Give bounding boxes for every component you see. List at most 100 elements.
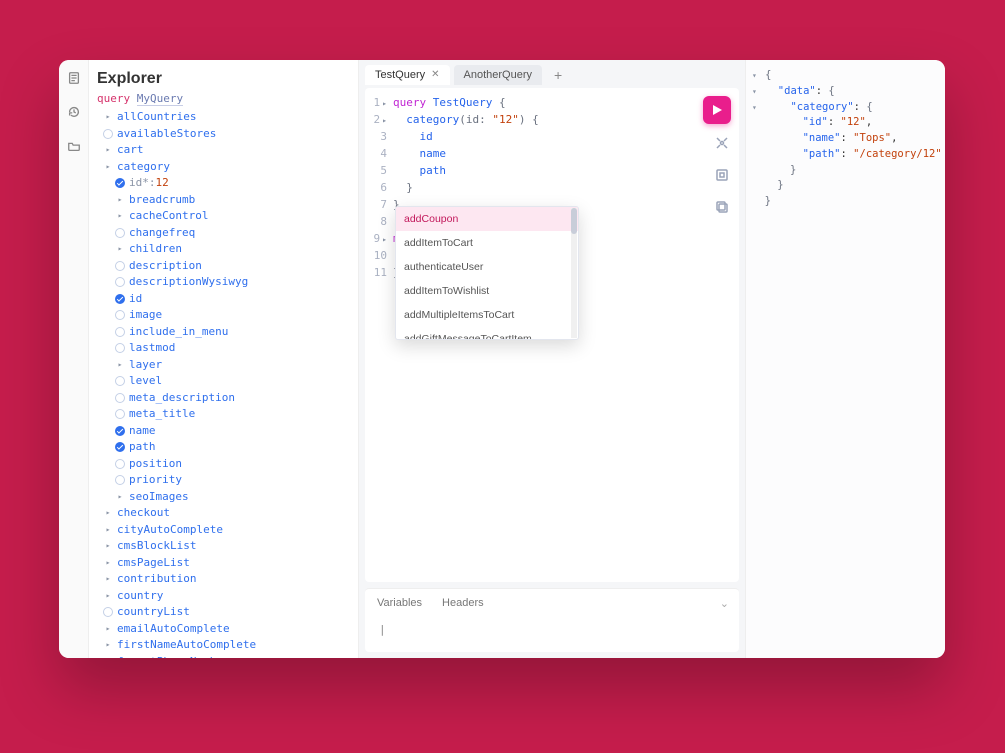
tab-variables[interactable]: Variables [377,597,422,609]
checkbox-checked-icon[interactable] [115,426,125,436]
docs-icon[interactable] [66,70,82,86]
explorer-tree-node[interactable]: layer [97,357,354,374]
explorer-tree-node[interactable]: availableStores [97,126,354,143]
caret-icon[interactable] [103,508,113,518]
explorer-tree-node[interactable]: cityAutoComplete [97,522,354,539]
checkbox-checked-icon[interactable] [115,178,125,188]
explorer-tree-node[interactable]: lastmod [97,340,354,357]
editor-tab[interactable]: AnotherQuery [454,65,542,85]
explorer-tree-node[interactable]: changefreq [97,225,354,242]
explorer-tree-node[interactable]: cacheControl [97,208,354,225]
folder-icon[interactable] [66,138,82,154]
checkbox-empty-icon[interactable] [115,343,125,353]
prettify-icon[interactable] [713,134,731,152]
caret-icon[interactable] [103,558,113,568]
add-tab-button[interactable]: + [546,65,570,85]
caret-icon[interactable] [103,657,113,658]
checkbox-empty-icon[interactable] [115,261,125,271]
checkbox-empty-icon[interactable] [115,409,125,419]
explorer-tree-node[interactable]: children [97,241,354,258]
explorer-tree-node[interactable]: path [97,439,354,456]
caret-icon[interactable] [103,525,113,535]
code-line[interactable]: path [393,162,739,179]
caret-icon[interactable] [103,541,113,551]
editor-tab[interactable]: TestQuery✕ [365,65,450,85]
caret-icon[interactable] [103,162,113,172]
code-line[interactable]: category(id: "12") { [393,111,739,128]
explorer-tree-node[interactable]: cart [97,142,354,159]
caret-icon[interactable] [115,195,125,205]
caret-icon[interactable] [103,624,113,634]
line-number: 9 [365,230,387,247]
copy-icon[interactable] [713,198,731,216]
caret-icon[interactable] [103,591,113,601]
checkbox-empty-icon[interactable] [115,228,125,238]
explorer-tree-node[interactable]: countryList [97,604,354,621]
caret-icon[interactable] [115,211,125,221]
explorer-tree-node[interactable]: cmsBlockList [97,538,354,555]
autocomplete-popup[interactable]: addCouponaddItemToCartauthenticateUserad… [395,206,579,340]
merge-icon[interactable] [713,166,731,184]
caret-icon[interactable] [115,492,125,502]
checkbox-checked-icon[interactable] [115,294,125,304]
autocomplete-item[interactable]: addMultipleItemsToCart [396,303,578,327]
autocomplete-item[interactable]: authenticateUser [396,255,578,279]
autocomplete-scrollbar-thumb[interactable] [571,208,577,234]
autocomplete-item[interactable]: addItemToWishlist [396,279,578,303]
explorer-header-name[interactable]: MyQuery [137,92,183,106]
autocomplete-item[interactable]: addCoupon [396,207,578,231]
explorer-tree-node[interactable]: descriptionWysiwyg [97,274,354,291]
explorer-tree-node[interactable]: include_in_menu [97,324,354,341]
explorer-tree-node[interactable]: cmsPageList [97,555,354,572]
caret-icon[interactable] [103,145,113,155]
explorer-tree-node[interactable]: contribution [97,571,354,588]
checkbox-empty-icon[interactable] [115,393,125,403]
checkbox-empty-icon[interactable] [115,459,125,469]
explorer-tree-node[interactable]: id*: 12 [97,175,354,192]
code-line[interactable]: name [393,145,739,162]
explorer-tree-node[interactable]: emailAutoComplete [97,621,354,638]
explorer-tree-node[interactable]: seoImages [97,489,354,506]
close-icon[interactable]: ✕ [431,70,439,80]
checkbox-empty-icon[interactable] [115,376,125,386]
tab-headers[interactable]: Headers [442,597,484,609]
explorer-tree-node[interactable]: image [97,307,354,324]
explorer-tree-node[interactable]: formatPhoneNumber [97,654,354,659]
caret-icon[interactable] [115,244,125,254]
checkbox-empty-icon[interactable] [103,607,113,617]
checkbox-empty-icon[interactable] [115,277,125,287]
explorer-tree-node[interactable]: breadcrumb [97,192,354,209]
explorer-tree-node[interactable]: country [97,588,354,605]
checkbox-empty-icon[interactable] [103,129,113,139]
explorer-tree-node[interactable]: level [97,373,354,390]
chevron-down-icon[interactable]: ⌄ [720,597,729,610]
explorer-tree-node[interactable]: priority [97,472,354,489]
run-button[interactable] [703,96,731,124]
explorer-tree-node[interactable]: firstNameAutoComplete [97,637,354,654]
explorer-tree-node[interactable]: meta_title [97,406,354,423]
caret-icon[interactable] [103,112,113,122]
explorer-tree-node[interactable]: allCountries [97,109,354,126]
caret-icon[interactable] [115,360,125,370]
explorer-tree-node[interactable]: id [97,291,354,308]
explorer-tree-node[interactable]: name [97,423,354,440]
code-line[interactable]: id [393,128,739,145]
explorer-tree-node[interactable]: category [97,159,354,176]
code-line[interactable]: } [393,179,739,196]
checkbox-checked-icon[interactable] [115,442,125,452]
explorer-tree-node[interactable]: position [97,456,354,473]
autocomplete-item[interactable]: addGiftMessageToCartItem [396,327,578,340]
autocomplete-item[interactable]: addItemToCart [396,231,578,255]
explorer-tree-node[interactable]: meta_description [97,390,354,407]
variables-editor[interactable]: | [365,617,739,652]
explorer-tree-node[interactable]: checkout [97,505,354,522]
checkbox-empty-icon[interactable] [115,327,125,337]
code-line[interactable]: query TestQuery { [393,94,739,111]
caret-icon[interactable] [103,574,113,584]
explorer-tree-node[interactable]: description [97,258,354,275]
checkbox-empty-icon[interactable] [115,475,125,485]
caret-icon[interactable] [103,640,113,650]
history-icon[interactable] [66,104,82,120]
checkbox-empty-icon[interactable] [115,310,125,320]
result-line: "name": "Tops", [752,131,939,147]
